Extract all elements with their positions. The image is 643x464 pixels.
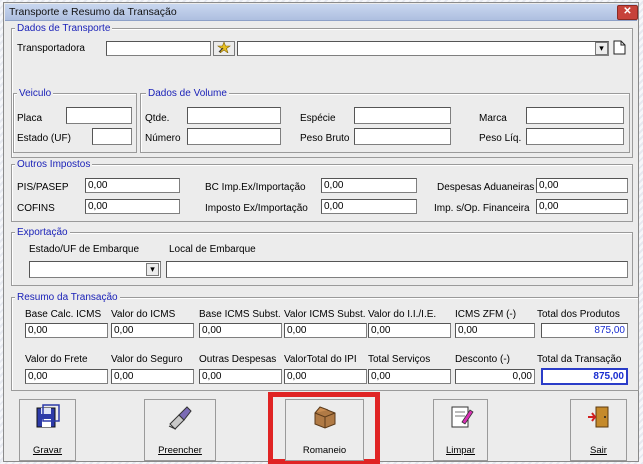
local-embarque-input[interactable] (166, 261, 628, 278)
imposto-label: Imposto Ex/Importação (205, 203, 308, 214)
sair-button[interactable]: Sair (570, 399, 627, 461)
sair-label: Sair (590, 445, 607, 456)
total-servicos-label: Total Serviços (368, 354, 431, 365)
qtde-input[interactable] (187, 107, 281, 124)
valor-icms-label: Valor do ICMS (111, 309, 176, 320)
valor-seguro-field[interactable]: 0,00 (111, 369, 194, 384)
base-icms-subst-field[interactable]: 0,00 (199, 323, 282, 338)
desconto-label: Desconto (-) (455, 354, 511, 365)
save-icon (36, 404, 60, 428)
despesas-input[interactable]: 0,00 (536, 178, 628, 193)
bc-input[interactable]: 0,00 (321, 178, 417, 193)
exit-door-icon (587, 406, 608, 428)
pis-label: PIS/PASEP (17, 182, 69, 193)
qtde-label: Qtde. (145, 113, 170, 124)
estado-embarque-label: Estado/UF de Embarque (29, 244, 140, 255)
estado-uf-input[interactable] (92, 128, 132, 145)
numero-input[interactable] (187, 128, 281, 145)
valor-ii-ie-label: Valor do I.I./I.E. (368, 309, 437, 320)
imposto-input[interactable]: 0,00 (321, 199, 417, 214)
valor-icms-field[interactable]: 0,00 (111, 323, 194, 338)
bc-label: BC Imp.Ex/Importação (205, 182, 306, 193)
chevron-down-icon[interactable]: ▾ (595, 42, 608, 55)
valor-seguro-label: Valor do Seguro (111, 354, 183, 365)
cofins-label: COFINS (17, 203, 55, 214)
chevron-down-icon[interactable]: ▾ (146, 263, 159, 276)
dialog-window: Transporte e Resumo da Transação ✕ Dados… (3, 2, 639, 464)
title-bar[interactable]: Transporte e Resumo da Transação ✕ (5, 4, 638, 21)
estado-embarque-select[interactable] (29, 261, 161, 278)
total-servicos-field[interactable]: 0,00 (368, 369, 451, 384)
total-transacao-label: Total da Transação (537, 354, 622, 365)
placa-label: Placa (17, 113, 43, 124)
window-title: Transporte e Resumo da Transação (9, 6, 177, 18)
transportadora-name-select[interactable] (237, 41, 609, 56)
icms-zfm-field[interactable]: 0,00 (455, 323, 535, 338)
search-transportadora-button[interactable] (213, 41, 235, 56)
total-transacao-field: 875,00 (541, 368, 628, 385)
valor-ii-ie-field[interactable]: 0,00 (368, 323, 451, 338)
limpar-button[interactable]: Limpar (433, 399, 488, 461)
total-produtos-label: Total dos Produtos (537, 309, 620, 320)
veiculo-legend: Veiculo (17, 88, 54, 99)
placa-input[interactable] (66, 107, 132, 124)
base-calc-icms-label: Base Calc. ICMS (25, 309, 102, 320)
volume-legend: Dados de Volume (146, 88, 229, 99)
outras-despesas-label: Outras Despesas (199, 354, 277, 365)
valor-frete-field[interactable]: 0,00 (25, 369, 108, 384)
base-calc-icms-field[interactable]: 0,00 (25, 323, 108, 338)
exportacao-legend: Exportação (15, 227, 70, 238)
despesas-label: Despesas Aduaneiras (437, 182, 535, 193)
preencher-button[interactable]: Preencher (144, 399, 216, 461)
valor-icms-subst-field[interactable]: 0,00 (284, 323, 367, 338)
resumo-legend: Resumo da Transação (15, 292, 120, 303)
fill-brush-icon (168, 406, 192, 430)
transportadora-label: Transportadora (17, 43, 85, 54)
impostos-legend: Outros Impostos (15, 159, 93, 170)
total-produtos-field: 875,00 (541, 323, 628, 338)
romaneio-label: Romaneio (302, 445, 347, 456)
marca-input[interactable] (526, 107, 624, 124)
especie-label: Espécie (300, 113, 336, 124)
romaneio-button[interactable]: Romaneio (285, 399, 364, 461)
cofins-input[interactable]: 0,00 (85, 199, 180, 214)
especie-input[interactable] (354, 107, 451, 124)
numero-label: Número (145, 133, 181, 144)
valor-icms-subst-label: Valor ICMS Subst. (284, 309, 366, 320)
gravar-button[interactable]: Gravar (19, 399, 76, 461)
base-icms-subst-label: Base ICMS Subst. (199, 309, 281, 320)
transportadora-code-input[interactable] (106, 41, 211, 56)
iof-label: Imp. s/Op. Financeira (434, 203, 530, 214)
close-button[interactable]: ✕ (617, 5, 638, 20)
new-document-icon[interactable] (613, 40, 627, 56)
peso-liq-input[interactable] (526, 128, 624, 145)
valor-total-ipi-field[interactable]: 0,00 (284, 369, 367, 384)
iof-input[interactable]: 0,00 (536, 199, 628, 214)
clear-document-icon (451, 406, 474, 428)
local-embarque-label: Local de Embarque (169, 244, 256, 255)
outras-despesas-field[interactable]: 0,00 (199, 369, 282, 384)
valor-total-ipi-label: ValorTotal do IPI (284, 354, 357, 365)
valor-frete-label: Valor do Frete (25, 354, 88, 365)
pis-input[interactable]: 0,00 (85, 178, 180, 193)
preencher-label: Preencher (158, 445, 202, 456)
marca-label: Marca (479, 113, 507, 124)
package-box-icon (314, 406, 335, 429)
limpar-label: Limpar (445, 445, 476, 456)
peso-bruto-input[interactable] (354, 128, 451, 145)
desconto-field[interactable]: 0,00 (455, 369, 535, 384)
wand-icon (217, 41, 231, 54)
gravar-label: Gravar (32, 445, 63, 456)
peso-bruto-label: Peso Bruto (300, 133, 350, 144)
icms-zfm-label: ICMS ZFM (-) (455, 309, 517, 320)
estado-uf-label: Estado (UF) (17, 133, 71, 144)
peso-liq-label: Peso Líq. (479, 133, 522, 144)
transporte-legend: Dados de Transporte (15, 23, 113, 34)
